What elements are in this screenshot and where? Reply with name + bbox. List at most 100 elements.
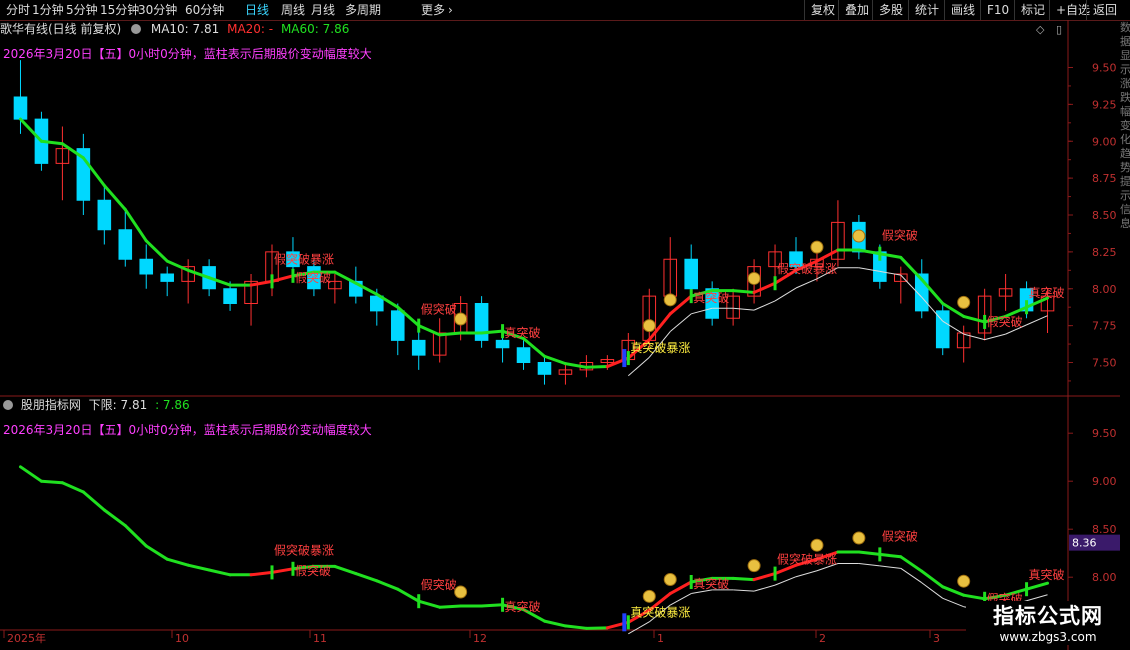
main-signal-label: 假突破暴涨 [274,251,334,266]
period-tab-10[interactable]: 更多 › [421,0,453,20]
candle-body [516,347,531,363]
candle [998,274,1013,311]
x-axis-label: 3 [933,632,940,645]
main-money-bag-icon [663,293,677,307]
candle-body [223,288,237,304]
toolbar: 分时 1分钟 5分钟 15分钟 30分钟 60分钟 日线 周线 月线 多周期 更多 › 复权 叠加 多股统… [0,0,1130,21]
ind-signal-label: 假突破暴涨 [274,542,334,557]
ind-ma-segment [480,603,505,608]
main-ma-white-line [774,287,797,302]
ind-ma-white-line [879,565,901,569]
period-tab-5[interactable]: 60分钟 [185,0,224,20]
candle-body [474,303,489,341]
main-ma-segment [857,248,882,256]
period-tab-4[interactable]: 30分钟 [138,0,177,20]
toolbar-action-0[interactable]: 复权 [804,0,841,20]
ind-signal-label: 真突破 [505,599,541,614]
kline-chart[interactable]: 假突破暴涨假突破假突破真突破真突破暴涨真突破假突破暴涨假突破假突破真突破 假突破… [0,20,1120,650]
period-tab-7[interactable]: 周线 [281,0,305,20]
ind-ma-segment [962,593,987,601]
main-money-bag-icon [642,319,656,333]
main-signal-label: 假突破 [882,228,918,243]
main-y-tick-label: 8.75 [1092,172,1117,185]
period-tab-6[interactable]: 日线 [245,0,269,20]
toolbar-action-5[interactable]: F10 [980,0,1015,20]
ind-ma-segment [333,564,358,576]
side-info-strip[interactable]: 数据显示涨跌幅变化趋势提示信息 [1120,21,1130,393]
ind-ma-segment [563,624,588,630]
ind-ma-segment [123,524,148,548]
ind-ma-white-line [733,589,755,592]
ind-signal-label: 真突破暴涨 [630,604,690,619]
main-ma-white-line [795,278,818,289]
main-ma-white-line [984,333,1006,341]
main-ma-segment [480,329,505,335]
main-signal-label: 真突破 [693,290,729,305]
candle-body [97,199,112,231]
candle [181,259,195,304]
main-ma-white-line [627,356,650,377]
candle [894,266,908,304]
main-ma-segment [563,362,588,369]
main-ma-white-line [963,333,985,341]
candle [935,303,950,356]
ind-signal-label: 假突破 [421,577,457,592]
toolbar-action-4[interactable]: 画线 [944,0,981,20]
ind-signal-label: 真突破 [693,576,729,591]
candle [160,266,174,297]
ind-ma-segment [60,481,85,494]
main-y-tick-label: 9.50 [1092,62,1117,75]
ind-money-bag-icon [747,559,761,573]
ind-ma-segment [1025,581,1050,591]
period-tab-3[interactable]: 15分钟 [100,0,139,20]
toolbar-action-3[interactable]: 统计 [908,0,945,20]
ind-money-bag-icon [663,573,677,587]
ind-ma-segment [165,557,190,567]
ind-ma-segment [144,544,169,561]
main-y-tick-label: 7.75 [1092,320,1117,333]
candle [55,126,70,201]
toolbar-action-8[interactable]: 返回 [1086,0,1123,20]
ind-y-tick-label: 8.50 [1092,523,1117,536]
main-signal-label: 真突破 [1029,285,1065,300]
x-axis-label: 1 [657,632,664,645]
ind-ma-segment [207,568,232,577]
toolbar-action-6[interactable]: 标记 [1014,0,1051,20]
period-tab-1[interactable]: 1分钟 [32,0,64,20]
ind-signal-label: 假突破 [882,528,918,543]
candle-body [495,339,510,349]
ind-ma-segment [102,508,127,528]
period-tab-2[interactable]: 5分钟 [66,0,98,20]
candle [244,274,258,326]
period-tab-0[interactable]: 分时 [6,0,30,20]
toolbar-action-2[interactable]: 多股 [872,0,909,20]
period-tab-8[interactable]: 月线 [311,0,335,20]
candle [97,185,112,245]
ind-ma-segment [396,587,421,603]
toolbar-action-1[interactable]: 叠加 [838,0,875,20]
main-y-tick-label: 8.50 [1092,209,1117,222]
ind-ma-white-line [753,584,776,592]
ind-ma-segment [878,552,903,559]
main-ma-white-line [1026,315,1048,326]
ind-ma-segment [354,572,379,583]
ind-money-bag-icon [852,531,866,545]
main-ma-segment [249,279,274,287]
candle [537,355,552,385]
main-signal-label: 假突破 [295,270,331,285]
period-tab-9[interactable]: 多周期 [345,0,381,20]
ind-ma-segment [186,563,211,572]
ind-y-tick-label: 9.50 [1092,427,1117,440]
candle-body [411,339,426,356]
ind-y-tick-label: 8.00 [1092,571,1117,584]
ind-signal-label: 真突破 [1029,567,1065,582]
candle [76,133,91,215]
candle-body [160,273,174,282]
main-ma-segment [962,314,987,324]
main-money-bag-icon [957,295,971,309]
ind-ma-segment [752,572,777,582]
x-axis-label: 11 [313,632,327,645]
ind-ma-white-line [774,576,797,586]
ind-money-bag-icon [810,538,824,552]
main-ma-white-line [733,307,755,311]
